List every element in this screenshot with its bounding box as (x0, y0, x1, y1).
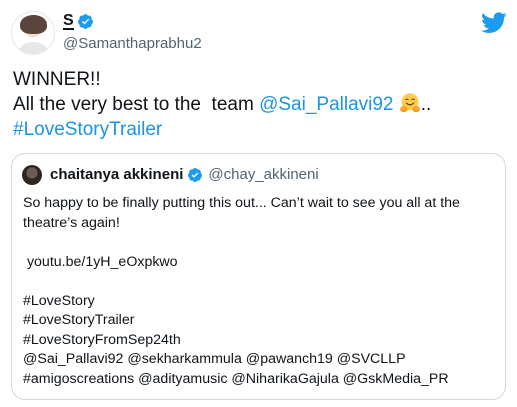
tweet-text: WINNER!! All the very best to the team @… (13, 67, 503, 142)
tweet-line-1: WINNER!! (13, 69, 101, 90)
quoted-line-blank (23, 272, 498, 292)
quoted-author-header: chaitanya akkineni @chay_akkineni (50, 166, 319, 183)
verified-badge-icon (77, 14, 93, 29)
twitter-bird-icon[interactable] (481, 12, 507, 34)
hashtag-lovestorytrailer[interactable]: #LoveStoryTrailer (23, 311, 498, 331)
author-handle[interactable]: @Samanthaprabhu2 (63, 35, 202, 52)
quoted-author-handle[interactable]: @chay_akkineni (208, 166, 318, 183)
quoted-author-name[interactable]: chaitanya akkineni (50, 166, 183, 183)
quoted-line-blank (23, 233, 498, 253)
mentions-line-1[interactable]: @Sai_Pallavi92 @sekharkammula @pawanch19… (23, 350, 498, 370)
quoted-author-avatar[interactable] (22, 165, 42, 185)
verified-badge-icon (188, 167, 203, 182)
hashtag-link[interactable]: #LoveStoryTrailer (13, 117, 503, 142)
tweet-line-2: All the very best to the team @Sai_Palla… (13, 92, 503, 117)
author-display-name[interactable]: S (63, 13, 74, 30)
hashtag-lovestory[interactable]: #LoveStory (23, 292, 498, 312)
mention-link[interactable]: @Sai_Pallavi92 (259, 94, 393, 115)
tweet-text-suffix: .. (420, 94, 432, 115)
mentions-line-2[interactable]: #amigoscreations @adityamusic @NiharikaG… (23, 370, 498, 390)
quoted-tweet-body: So happy to be finally putting this out.… (23, 194, 498, 389)
author-avatar[interactable] (11, 11, 55, 55)
youtube-link[interactable]: youtu.be/1yH_eOxpkwo (23, 253, 498, 273)
author-name-row[interactable]: S (63, 13, 94, 30)
quoted-line: theatre’s again! (23, 214, 120, 231)
quoted-tweet-card[interactable]: chaitanya akkineni @chay_akkineni So hap… (11, 153, 506, 400)
hugging-face-emoji (400, 93, 420, 113)
hashtag-lovestoryfromsep24th[interactable]: #LoveStoryFromSep24th (23, 331, 498, 351)
tweet-text-prefix: All the very best to the team (13, 94, 260, 115)
quoted-line: So happy to be finally putting this out.… (23, 195, 460, 211)
